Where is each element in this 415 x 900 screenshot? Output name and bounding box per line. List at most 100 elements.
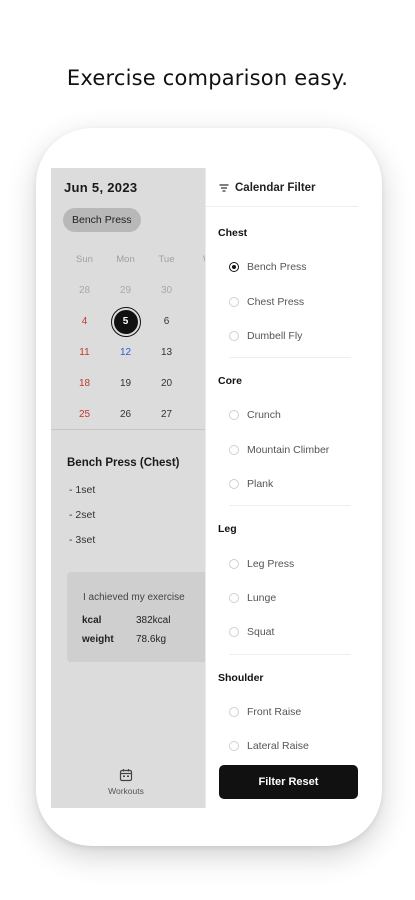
- weekday-label: W: [187, 254, 205, 265]
- radio-selected[interactable]: [229, 262, 239, 273]
- calendar-week: 11 12 13: [64, 337, 205, 368]
- option-label: Squat: [247, 626, 275, 639]
- option-label: Chest Press: [247, 295, 305, 308]
- calendar-icon: [119, 769, 133, 782]
- selected-day: 5: [110, 306, 141, 337]
- calendar-week: 28 29 30: [64, 275, 205, 306]
- set-list: - 1set - 2set - 3set: [69, 484, 95, 559]
- exercise-summary-card: I achieved my exercise kcal 382kcal weigh…: [67, 572, 205, 662]
- filter-group-core: Core Crunch Mountain Climber Plank: [206, 364, 358, 507]
- filter-option[interactable]: Dumbell Fly: [206, 319, 358, 353]
- option-label: Plank: [247, 478, 274, 491]
- calendar-day[interactable]: 25: [64, 409, 105, 420]
- group-divider: [229, 357, 351, 359]
- group-divider: [229, 505, 351, 507]
- calendar-day[interactable]: 28: [64, 285, 105, 296]
- calendar-day[interactable]: 6: [146, 316, 187, 327]
- option-label: Lunge: [247, 591, 277, 604]
- kcal-stat: kcal 382kcal: [82, 615, 170, 626]
- calendar-week: 4 5 6: [64, 306, 205, 337]
- calendar-week: 25 26 27 2: [64, 399, 205, 430]
- radio-button[interactable]: [229, 296, 239, 307]
- kcal-label: kcal: [82, 615, 102, 626]
- date-title: Jun 5, 2023: [64, 180, 138, 195]
- section-divider: [51, 429, 205, 430]
- option-label: Dumbell Fly: [247, 329, 303, 342]
- exercise-chip[interactable]: Bench Press: [63, 208, 141, 232]
- calendar-app-backdrop[interactable]: Jun 5, 2023 Bench Press Sun Mon Tue W 28…: [51, 168, 205, 808]
- filter-option[interactable]: Crunch: [206, 398, 358, 432]
- filter-reset-button[interactable]: Filter Reset: [219, 765, 358, 799]
- filter-option[interactable]: Plank: [206, 467, 358, 501]
- filter-option[interactable]: Leg Press: [206, 546, 358, 580]
- calendar-day[interactable]: 30: [146, 285, 187, 296]
- weight-value: 78.6kg: [136, 634, 167, 645]
- calendar-day[interactable]: 18: [64, 378, 105, 389]
- calendar-day[interactable]: 13: [146, 347, 187, 358]
- tab-label: Workouts: [108, 786, 144, 796]
- option-label: Crunch: [247, 409, 281, 422]
- option-label: Lateral Raise: [247, 740, 309, 751]
- option-label: Front Raise: [247, 705, 302, 718]
- radio-button[interactable]: [229, 330, 239, 341]
- filter-list[interactable]: Chest Bench Press Chest Press Dumbell Fl…: [206, 216, 358, 751]
- filter-group-chest: Chest Bench Press Chest Press Dumbell Fl…: [206, 216, 358, 359]
- radio-button[interactable]: [229, 444, 239, 455]
- option-label: Leg Press: [247, 557, 295, 570]
- calendar-day[interactable]: 29: [105, 285, 146, 296]
- filter-option[interactable]: Chest Press: [206, 284, 358, 318]
- filter-option[interactable]: Front Raise: [206, 695, 358, 729]
- radio-button[interactable]: [229, 479, 239, 490]
- calendar-week: 18 19 20: [64, 368, 205, 399]
- phone-frame: Jun 5, 2023 Bench Press Sun Mon Tue W 28…: [36, 128, 382, 846]
- weight-label: weight: [82, 634, 114, 645]
- calendar-day[interactable]: 26: [105, 409, 146, 420]
- filter-option[interactable]: Squat: [206, 615, 358, 649]
- weekday-label: Mon: [116, 254, 135, 265]
- exercise-title: Bench Press (Chest): [67, 457, 180, 469]
- filter-icon: [219, 184, 229, 192]
- group-title: Chest: [218, 227, 248, 239]
- header-divider: [206, 206, 358, 207]
- set-item: - 1set: [69, 484, 96, 496]
- filter-option[interactable]: Lunge: [206, 581, 358, 615]
- weekday-label: Sun: [76, 254, 93, 265]
- weekday-label: Tue: [158, 254, 175, 265]
- headline: Exercise comparison easy.: [66, 66, 349, 90]
- calendar-grid: Sun Mon Tue W 28 29 30 4 5 6: [64, 244, 205, 430]
- option-label: Mountain Climber: [247, 443, 330, 456]
- radio-button[interactable]: [229, 558, 239, 569]
- filter-option[interactable]: Lateral Raise: [206, 729, 358, 751]
- radio-button[interactable]: [229, 410, 239, 421]
- set-item: - 3set: [69, 534, 96, 546]
- filter-group-shoulder: Shoulder Front Raise Lateral Raise: [206, 661, 358, 751]
- radio-button[interactable]: [229, 592, 239, 603]
- weekday-header: Sun Mon Tue W: [64, 244, 205, 275]
- group-divider: [229, 653, 351, 655]
- calendar-day[interactable]: 19: [105, 378, 146, 389]
- calendar-day[interactable]: 27: [146, 409, 187, 420]
- radio-button[interactable]: [229, 627, 239, 638]
- calendar-filter-drawer: Calendar Filter Chest Bench Press Chest …: [205, 168, 358, 808]
- drawer-header: Calendar Filter: [218, 180, 316, 196]
- calendar-day[interactable]: 4: [64, 316, 105, 327]
- radio-button[interactable]: [229, 741, 239, 751]
- calendar-day[interactable]: 12: [105, 347, 146, 358]
- radio-button[interactable]: [229, 706, 239, 717]
- calendar-day[interactable]: 11: [64, 347, 105, 358]
- filter-option[interactable]: Mountain Climber: [206, 433, 358, 467]
- set-item: - 2set: [69, 509, 96, 521]
- option-label: Bench Press: [247, 261, 307, 274]
- group-title: Core: [218, 375, 242, 388]
- bottom-tab-workouts[interactable]: Workouts: [51, 764, 205, 808]
- calendar-day[interactable]: 20: [146, 378, 187, 389]
- filter-option[interactable]: Bench Press: [206, 250, 358, 284]
- calendar-day[interactable]: 2: [187, 409, 206, 420]
- filter-group-leg: Leg Leg Press Lunge Squat: [206, 512, 358, 655]
- summary-text: I achieved my exercise: [83, 592, 185, 603]
- drawer-title: Calendar Filter: [235, 182, 316, 194]
- calendar-day-selected[interactable]: 5: [105, 306, 146, 337]
- app-screen: Jun 5, 2023 Bench Press Sun Mon Tue W 28…: [51, 168, 358, 808]
- kcal-value: 382kcal: [136, 615, 171, 626]
- group-title: Leg: [218, 523, 237, 536]
